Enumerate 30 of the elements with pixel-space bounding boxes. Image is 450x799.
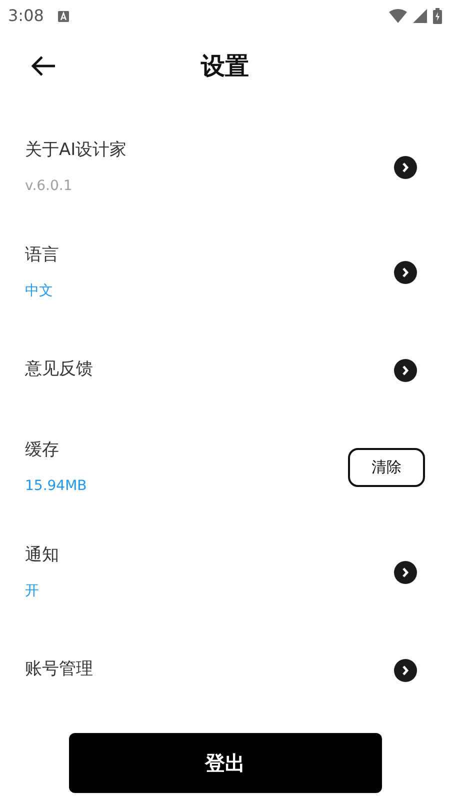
signal-icon (413, 9, 427, 23)
row-label: 意见反馈 (25, 358, 93, 382)
back-arrow-icon (30, 55, 56, 77)
settings-row[interactable]: 意见反馈 (0, 325, 450, 415)
battery-icon (433, 8, 442, 24)
row-label: 缓存 (25, 439, 60, 462)
chevron-circle-icon (394, 261, 417, 284)
settings-row[interactable]: 缓存 15.94MB 清除 (0, 415, 450, 520)
settings-row[interactable]: 语言 中文 (0, 220, 450, 325)
settings-row[interactable]: 关于AI设计家 v.6.0.1 (0, 115, 450, 220)
row-label: 关于AI设计家 (25, 139, 127, 162)
row-label: 账号管理 (25, 658, 93, 682)
row-value: 15.94MB (25, 476, 87, 496)
row-label: 语言 (25, 244, 59, 268)
settings-row[interactable]: 通知 开 (0, 520, 450, 625)
row-value: 中文 (25, 282, 54, 301)
logout-button[interactable]: 登出 (68, 733, 382, 793)
chevron-circle-icon (394, 561, 417, 584)
row-label: 通知 (25, 544, 59, 568)
wifi-icon (389, 9, 407, 23)
chevron-circle-icon (394, 358, 417, 382)
chevron-circle-icon (394, 658, 417, 682)
row-value: v.6.0.1 (25, 176, 74, 196)
page-title: 设置 (201, 51, 249, 82)
status-time: 3:08 (8, 5, 44, 27)
settings-row[interactable]: 账号管理 (0, 625, 450, 715)
keyboard-notification-icon (58, 10, 69, 22)
row-value: 开 (25, 582, 40, 601)
clear-cache-button[interactable]: 清除 (348, 448, 425, 487)
chevron-circle-icon (394, 156, 417, 179)
